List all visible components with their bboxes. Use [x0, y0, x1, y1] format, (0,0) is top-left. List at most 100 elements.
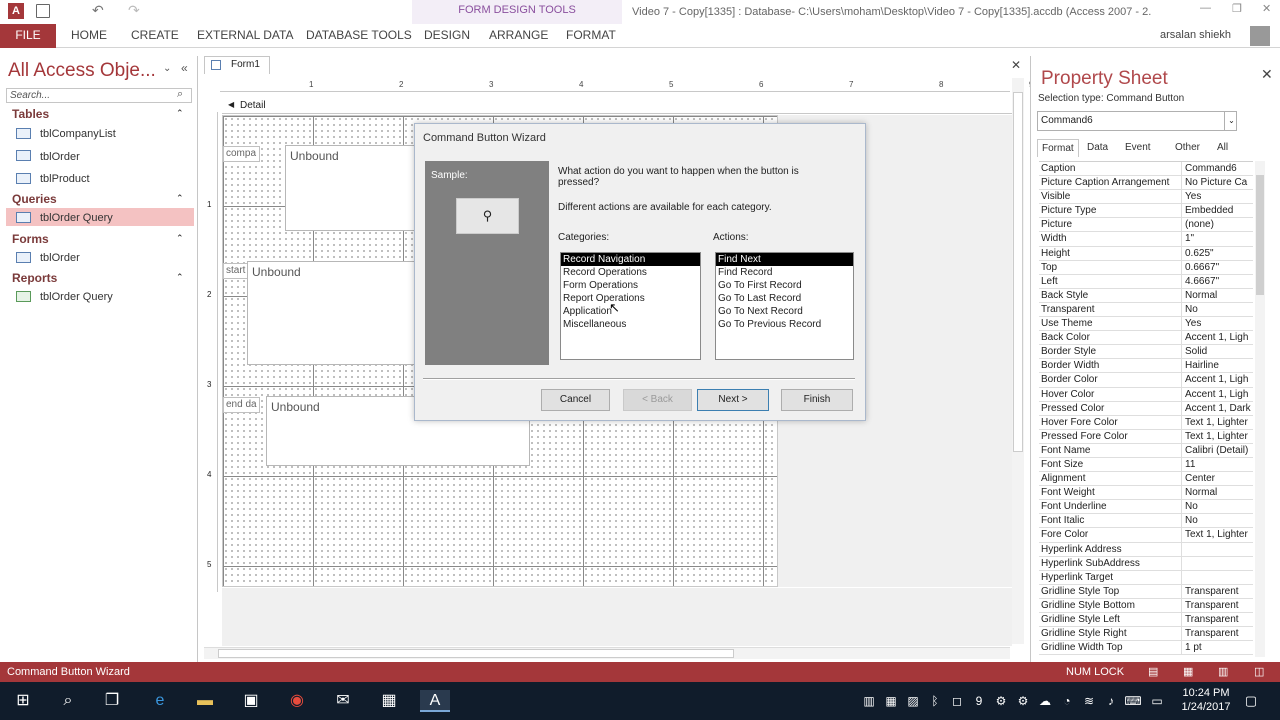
document-vertical-scrollbar[interactable]: [1012, 78, 1024, 644]
property-row[interactable]: Visible Yes: [1039, 190, 1253, 205]
property-value[interactable]: Transparent: [1182, 585, 1253, 598]
property-row[interactable]: Picture Caption Arrangement No Picture Ca: [1039, 176, 1253, 191]
property-row[interactable]: Back Color Accent 1, Ligh: [1039, 331, 1253, 346]
property-value[interactable]: Transparent: [1182, 599, 1253, 612]
nav-item-tblproduct[interactable]: tblProduct: [40, 173, 90, 185]
nav-item-tblorder-query-report[interactable]: tblOrder Query: [40, 291, 113, 303]
document-tab-form1[interactable]: Form1: [204, 56, 270, 74]
property-value[interactable]: 0.625": [1182, 247, 1253, 260]
tab-event-props[interactable]: Event: [1121, 139, 1155, 157]
property-value[interactable]: Text 1, Lighter: [1182, 430, 1253, 443]
tab-format[interactable]: FORMAT: [566, 24, 616, 48]
property-value[interactable]: Transparent: [1182, 627, 1253, 640]
property-row[interactable]: Alignment Center: [1039, 472, 1253, 487]
property-row[interactable]: Picture (none): [1039, 218, 1253, 233]
detail-section-bar[interactable]: ◀ Detail: [222, 98, 1012, 114]
property-row[interactable]: Pressed Color Accent 1, Dark: [1039, 401, 1253, 416]
categories-listbox[interactable]: Record Navigation Record Operations Form O…: [560, 252, 701, 360]
property-value[interactable]: Command6: [1182, 162, 1253, 175]
property-row[interactable]: Caption Command6: [1039, 162, 1253, 177]
property-scrollbar[interactable]: [1255, 161, 1265, 657]
property-value[interactable]: Accent 1, Dark: [1182, 402, 1253, 415]
property-row[interactable]: Font Name Calibri (Detail): [1039, 443, 1253, 458]
search-icon[interactable]: ⌕: [57, 690, 79, 712]
file-explorer-icon[interactable]: ▬: [194, 690, 216, 712]
tab-arrange[interactable]: ARRANGE: [489, 24, 548, 48]
nav-menu-icon[interactable]: ⌄: [163, 63, 171, 74]
nav-group-reports[interactable]: Reports: [12, 271, 57, 285]
property-row[interactable]: Hover Fore Color Text 1, Lighter: [1039, 415, 1253, 430]
property-value[interactable]: 1 pt: [1182, 641, 1253, 654]
unbound-textbox[interactable]: Unbound: [285, 145, 415, 231]
object-selector-dropdown[interactable]: Command6 ⌄: [1037, 111, 1237, 131]
user-name[interactable]: arsalan shiekh: [1160, 24, 1231, 48]
unbound-textbox[interactable]: Unbound: [247, 261, 415, 365]
mail-icon[interactable]: ✉: [332, 690, 354, 712]
property-row[interactable]: Gridline Style Bottom Transparent: [1039, 598, 1253, 613]
property-row[interactable]: Hyperlink Address: [1039, 542, 1253, 557]
tray-icon[interactable]: ⚙: [1012, 690, 1034, 712]
access-taskbar-icon[interactable]: A: [420, 690, 450, 712]
property-row[interactable]: Width 1": [1039, 232, 1253, 247]
tray-number[interactable]: 9: [968, 690, 990, 712]
tray-icon[interactable]: ⚙: [990, 690, 1012, 712]
property-row[interactable]: Back Style Normal: [1039, 288, 1253, 303]
property-row[interactable]: Font Weight Normal: [1039, 486, 1253, 501]
bluetooth-icon[interactable]: ᛒ: [924, 690, 946, 712]
scroll-thumb[interactable]: [1256, 175, 1264, 295]
nav-group-forms[interactable]: Forms: [12, 232, 49, 246]
tab-format-props[interactable]: Format: [1037, 139, 1079, 157]
collapse-nav-icon[interactable]: «: [181, 61, 188, 75]
property-value[interactable]: Normal: [1182, 486, 1253, 499]
tab-file[interactable]: FILE: [0, 24, 56, 48]
property-row[interactable]: Height 0.625": [1039, 246, 1253, 261]
label-control[interactable]: compa: [223, 146, 260, 162]
nav-search-input[interactable]: Search...: [6, 88, 192, 103]
property-row[interactable]: Border Width Hairline: [1039, 359, 1253, 374]
property-row[interactable]: Font Size 11: [1039, 457, 1253, 473]
property-value[interactable]: Center: [1182, 472, 1253, 485]
property-value[interactable]: Solid: [1182, 345, 1253, 358]
property-value[interactable]: Transparent: [1182, 613, 1253, 626]
tray-icon[interactable]: ▥: [858, 690, 880, 712]
property-value[interactable]: Hairline: [1182, 359, 1253, 372]
property-row[interactable]: Transparent No: [1039, 302, 1253, 318]
action-option[interactable]: Go To Last Record: [716, 292, 853, 305]
property-value[interactable]: Accent 1, Ligh: [1182, 388, 1253, 401]
input-icon[interactable]: ⌨: [1122, 690, 1144, 712]
property-value[interactable]: 11: [1182, 458, 1253, 471]
property-row[interactable]: Pressed Fore Color Text 1, Lighter: [1039, 429, 1253, 444]
property-row[interactable]: Hyperlink Target: [1039, 570, 1253, 585]
property-value[interactable]: No: [1182, 514, 1253, 527]
property-value[interactable]: 0.6667": [1182, 261, 1253, 274]
action-option[interactable]: Go To Next Record: [716, 305, 853, 318]
action-option[interactable]: Find Record: [716, 266, 853, 279]
tab-database-tools[interactable]: DATABASE TOOLS: [306, 24, 412, 48]
property-row[interactable]: Gridline Style Top Transparent: [1039, 584, 1253, 599]
property-value[interactable]: Text 1, Lighter: [1182, 528, 1253, 541]
nav-group-queries[interactable]: Queries: [12, 192, 57, 206]
redo-icon[interactable]: ↷: [128, 2, 140, 19]
search-icon[interactable]: ⌕: [177, 88, 183, 101]
close-document-icon[interactable]: ✕: [1011, 58, 1021, 72]
cancel-button[interactable]: Cancel: [541, 389, 610, 411]
document-horizontal-scrollbar[interactable]: [204, 647, 1010, 659]
tray-icon[interactable]: ◔: [1056, 690, 1078, 712]
notifications-icon[interactable]: ▢: [1240, 690, 1262, 712]
nav-title[interactable]: All Access Obje...: [8, 60, 156, 82]
collapse-group-icon[interactable]: ⌃: [176, 272, 184, 283]
tray-icon[interactable]: ◻: [946, 690, 968, 712]
chevron-down-icon[interactable]: ⌄: [1224, 112, 1238, 130]
tab-other-props[interactable]: Other: [1171, 139, 1204, 157]
property-row[interactable]: Fore Color Text 1, Lighter: [1039, 528, 1253, 543]
collapse-group-icon[interactable]: ⌃: [176, 108, 184, 119]
finish-button[interactable]: Finish: [781, 389, 853, 411]
scroll-thumb[interactable]: [218, 649, 734, 658]
close-window-icon[interactable]: ✕: [1262, 2, 1271, 15]
category-option[interactable]: Miscellaneous: [561, 318, 700, 331]
property-value[interactable]: Accent 1, Ligh: [1182, 331, 1253, 344]
wifi-icon[interactable]: ≋: [1078, 690, 1100, 712]
category-option[interactable]: Report Operations: [561, 292, 700, 305]
property-value[interactable]: 1": [1182, 232, 1253, 245]
property-value[interactable]: Text 1, Lighter: [1182, 416, 1253, 429]
